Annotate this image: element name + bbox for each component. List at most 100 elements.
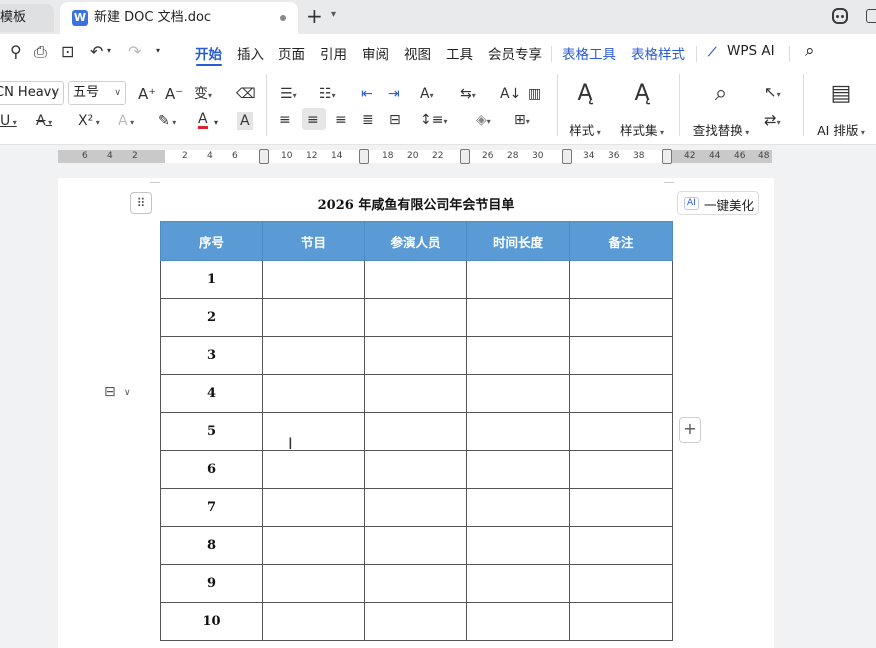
find-replace-button[interactable]: ⌕ 查找替换 ▾ [688,80,754,139]
select-icon[interactable]: ↖▾ [764,83,781,104]
align-center-icon[interactable]: ≡ [307,111,319,129]
index-cell[interactable]: 1 [160,260,263,299]
assistant-icon[interactable] [832,8,848,24]
index-cell[interactable]: 2 [160,298,263,337]
index-cell[interactable]: 9 [160,564,263,603]
performers-cell[interactable] [364,412,467,451]
notes-cell[interactable] [569,564,673,603]
add-column-button[interactable]: + [679,417,701,443]
menu-insert[interactable]: 插入 [237,43,264,63]
performers-cell[interactable] [364,602,467,641]
style-set-button[interactable]: Ą 样式集 ▾ [616,80,668,139]
program-cell[interactable] [262,374,365,413]
show-marks-icon[interactable]: ▥ [528,85,541,103]
notes-cell[interactable] [569,298,673,337]
ai-beautify-button[interactable]: AI 一键美化 [677,191,759,215]
program-cell[interactable] [262,412,365,451]
menu-member[interactable]: 会员专享 [488,43,542,63]
index-cell[interactable]: 7 [160,488,263,527]
performers-cell[interactable] [364,526,467,565]
performers-cell[interactable] [364,450,467,489]
duration-cell[interactable] [466,336,570,375]
row-tool-button[interactable]: ⊟ ∨ [104,384,131,400]
duration-cell[interactable] [466,488,570,527]
replace-icon[interactable]: ⇄▾ [764,111,781,132]
decrease-indent-icon[interactable]: ⇤ [361,85,373,103]
text-direction-icon[interactable]: A▾ [420,85,434,105]
shrink-font-icon[interactable]: A⁻ [165,85,183,103]
program-cell[interactable] [262,336,365,375]
notes-cell[interactable] [569,602,673,641]
performers-cell[interactable] [364,374,467,413]
menu-table-style[interactable]: 表格样式 [631,43,685,63]
align-right-icon[interactable]: ≡ [335,111,347,129]
duration-cell[interactable] [466,298,570,337]
menu-review[interactable]: 审阅 [362,43,389,63]
notes-cell[interactable] [569,374,673,413]
align-left-icon[interactable]: ≡ [279,111,291,129]
index-cell[interactable]: 5 [160,412,263,451]
highlight-icon[interactable]: ✎ ▾ [158,112,176,132]
index-cell[interactable]: 8 [160,526,263,565]
notes-cell[interactable] [569,450,673,489]
notes-cell[interactable] [569,412,673,451]
performers-cell[interactable] [364,564,467,603]
grow-font-icon[interactable]: A⁺ [138,85,156,103]
font-color-dropdown-icon[interactable]: ▾ [214,114,218,132]
superscript-icon[interactable]: X² ▾ [78,112,100,132]
duration-cell[interactable] [466,602,570,641]
shading-icon[interactable]: ◈▾ [476,111,491,131]
performers-cell[interactable] [364,488,467,527]
column-marker[interactable] [662,149,672,164]
header-notes[interactable]: 备注 [569,221,673,261]
document-title[interactable]: 2026 年咸鱼有限公司年会节目单 [160,194,672,213]
program-cell[interactable] [262,564,365,603]
performers-cell[interactable] [364,336,467,375]
index-cell[interactable]: 4 [160,374,263,413]
duration-cell[interactable] [466,450,570,489]
column-marker[interactable] [259,149,269,164]
print-icon[interactable]: ⎙ [34,42,47,62]
index-cell[interactable]: 3 [160,336,263,375]
menu-references[interactable]: 引用 [320,43,347,63]
new-tab-button[interactable]: + [306,5,323,27]
notes-cell[interactable] [569,336,673,375]
more-dropdown-icon[interactable]: ▾ [156,46,160,55]
menu-page[interactable]: 页面 [278,43,305,63]
menu-table-tools[interactable]: 表格工具 [562,43,616,63]
redo-icon[interactable]: ↷ [128,42,141,61]
duration-cell[interactable] [466,564,570,603]
window-restore-icon[interactable] [866,9,876,23]
column-marker[interactable] [359,149,369,164]
menu-home[interactable]: 开始 [195,43,222,63]
strikethrough-icon[interactable]: A ▾ [36,112,52,132]
program-cell[interactable] [262,298,365,337]
font-color-icon[interactable]: A [198,112,208,129]
numbered-list-icon[interactable]: ☷▾ [319,85,336,105]
column-marker[interactable] [460,149,470,164]
font-name-select[interactable]: CN Heavy ∨ [0,81,64,105]
phonetic-guide-icon[interactable]: 变▾ [194,85,212,105]
line-spacing-icon[interactable]: ↕≡▾ [420,111,447,131]
program-cell[interactable] [262,602,365,641]
increase-indent-icon[interactable]: ⇥ [388,85,400,103]
distributed-icon[interactable]: ⊟ [389,111,401,129]
program-cell[interactable] [262,488,365,527]
program-cell[interactable] [262,450,365,489]
duration-cell[interactable] [466,374,570,413]
header-duration[interactable]: 时间长度 [466,221,570,261]
notes-cell[interactable] [569,526,673,565]
borders-icon[interactable]: ⊞▾ [514,111,530,131]
ai-layout-button[interactable]: ▤ AI 排版 ▾ [812,80,870,139]
column-marker[interactable] [562,149,572,164]
header-performers[interactable]: 参演人员 [364,221,467,261]
program-cell[interactable] [262,526,365,565]
char-shading-icon[interactable]: A [237,112,253,130]
tab-document-active[interactable]: W 新建 DOC 文档.doc [60,2,298,34]
font-size-select[interactable]: 五号 ∨ [68,81,126,105]
unsaved-dot-icon[interactable] [280,15,286,21]
underline-icon[interactable]: U ▾ [0,112,17,132]
performers-cell[interactable] [364,298,467,337]
duration-cell[interactable] [466,260,570,299]
index-cell[interactable]: 6 [160,450,263,489]
